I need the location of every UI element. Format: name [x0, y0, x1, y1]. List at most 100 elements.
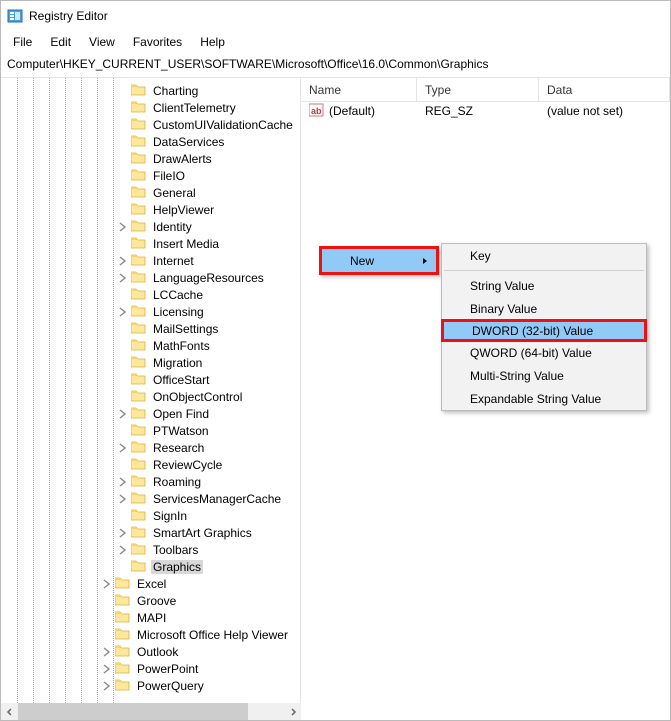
tree-item[interactable]: LanguageResources	[117, 269, 300, 286]
address-bar[interactable]: Computer\HKEY_CURRENT_USER\SOFTWARE\Micr…	[1, 53, 670, 78]
folder-icon	[115, 626, 131, 643]
context-menu-item[interactable]: Key	[442, 244, 646, 267]
tree-item[interactable]: Outlook	[101, 643, 300, 660]
tree-item[interactable]: Charting	[117, 82, 300, 99]
tree-item[interactable]: Microsoft Office Help Viewer	[101, 626, 300, 643]
folder-icon	[131, 286, 147, 303]
tree-item[interactable]: MAPI	[101, 609, 300, 626]
tree-item[interactable]: CustomUIValidationCache	[117, 116, 300, 133]
tree-item[interactable]: ServicesManagerCache	[117, 490, 300, 507]
tree-item-label: MathFonts	[151, 339, 212, 353]
tree-item[interactable]: OfficeStart	[117, 371, 300, 388]
folder-icon	[131, 507, 147, 524]
context-menu-item[interactable]: Multi-String Value	[442, 364, 646, 387]
context-menu-item[interactable]: String Value	[442, 274, 646, 297]
expander-icon[interactable]	[117, 493, 129, 505]
string-value-icon	[309, 103, 325, 120]
tree-item[interactable]: Migration	[117, 354, 300, 371]
tree-item[interactable]: Insert Media	[117, 235, 300, 252]
expander-icon[interactable]	[117, 221, 129, 233]
tree-item[interactable]: FileIO	[117, 167, 300, 184]
folder-icon	[131, 337, 147, 354]
menu-file[interactable]: File	[5, 33, 40, 51]
expander-placeholder	[117, 357, 129, 369]
expander-icon[interactable]	[117, 544, 129, 556]
expander-icon[interactable]	[117, 408, 129, 420]
tree-item[interactable]: Identity	[117, 218, 300, 235]
expander-icon[interactable]	[101, 646, 113, 658]
context-menu-item-label: String Value	[470, 279, 534, 293]
tree-item-label: MailSettings	[151, 322, 220, 336]
expander-icon[interactable]	[117, 527, 129, 539]
tree-item-label: CustomUIValidationCache	[151, 118, 295, 132]
col-header-data[interactable]: Data	[539, 78, 670, 101]
tree-item-label: Toolbars	[151, 543, 200, 557]
menu-edit[interactable]: Edit	[42, 33, 79, 51]
tree-item[interactable]: MailSettings	[117, 320, 300, 337]
list-row[interactable]: (Default)REG_SZ(value not set)	[301, 102, 670, 120]
col-header-type[interactable]: Type	[417, 78, 539, 101]
context-submenu-new[interactable]: Key String Value Binary ValueDWORD (32-bit…	[441, 243, 647, 411]
tree-pane[interactable]: ChartingClientTelemetry CustomUIValidatio…	[1, 78, 301, 705]
tree-item[interactable]: DrawAlerts	[117, 150, 300, 167]
menu-help[interactable]: Help	[192, 33, 233, 51]
expander-placeholder	[117, 102, 129, 114]
expander-icon[interactable]	[101, 578, 113, 590]
folder-icon	[131, 252, 147, 269]
tree-item[interactable]: SmartArt Graphics	[117, 524, 300, 541]
context-menu-item-new[interactable]: New	[322, 249, 436, 272]
tree-item[interactable]: ClientTelemetry	[117, 99, 300, 116]
tree-item[interactable]: SignIn	[117, 507, 300, 524]
tree-item[interactable]: PowerPoint	[101, 660, 300, 677]
expander-icon[interactable]	[117, 255, 129, 267]
regedit-icon	[7, 8, 23, 24]
tree-item[interactable]: Toolbars	[117, 541, 300, 558]
expander-icon[interactable]	[101, 680, 113, 692]
tree-item[interactable]: PTWatson	[117, 422, 300, 439]
expander-icon[interactable]	[117, 272, 129, 284]
scroll-thumb[interactable]	[18, 703, 248, 720]
tree-item[interactable]: General	[117, 184, 300, 201]
expander-icon[interactable]	[117, 476, 129, 488]
folder-icon	[131, 82, 147, 99]
tree-item[interactable]: Open Find	[117, 405, 300, 422]
scroll-left-arrow-icon[interactable]	[1, 703, 18, 720]
context-menu-item[interactable]: DWORD (32-bit) Value	[441, 319, 647, 342]
folder-icon	[131, 201, 147, 218]
expander-placeholder	[117, 425, 129, 437]
tree-item[interactable]: Research	[117, 439, 300, 456]
expander-icon[interactable]	[117, 306, 129, 318]
tree-item[interactable]: OnObjectControl	[117, 388, 300, 405]
context-menu-item[interactable]: Expandable String Value	[442, 387, 646, 410]
folder-icon	[131, 524, 147, 541]
menu-view[interactable]: View	[81, 33, 123, 51]
tree-item[interactable]: DataServices	[117, 133, 300, 150]
tree-item-label: Roaming	[151, 475, 203, 489]
expander-icon[interactable]	[101, 663, 113, 675]
value-type: REG_SZ	[425, 104, 473, 118]
tree-item[interactable]: Licensing	[117, 303, 300, 320]
tree-item[interactable]: Internet	[117, 252, 300, 269]
col-header-name[interactable]: Name	[301, 78, 417, 101]
context-menu-item[interactable]: QWORD (64-bit) Value	[442, 341, 646, 364]
tree-item-label: HelpViewer	[151, 203, 216, 217]
scroll-right-arrow-icon[interactable]	[284, 703, 301, 720]
tree-item[interactable]: Excel	[101, 575, 300, 592]
tree-item[interactable]: Roaming	[117, 473, 300, 490]
tree-hscrollbar[interactable]	[1, 703, 301, 720]
tree-item[interactable]: HelpViewer	[117, 201, 300, 218]
tree-item[interactable]: PowerQuery	[101, 677, 300, 694]
address-path: Computer\HKEY_CURRENT_USER\SOFTWARE\Micr…	[7, 57, 488, 71]
menu-favorites[interactable]: Favorites	[125, 33, 190, 51]
tree-item[interactable]: Groove	[101, 592, 300, 609]
context-menu-new[interactable]: New	[319, 246, 439, 275]
tree-item[interactable]: LCCache	[117, 286, 300, 303]
context-menu-item[interactable]: Binary Value	[442, 297, 646, 320]
tree-item[interactable]: MathFonts	[117, 337, 300, 354]
folder-icon	[131, 473, 147, 490]
titlebar: Registry Editor	[1, 1, 670, 31]
expander-icon[interactable]	[117, 442, 129, 454]
folder-icon	[131, 405, 147, 422]
tree-item[interactable]: Graphics	[117, 558, 300, 575]
tree-item[interactable]: ReviewCycle	[117, 456, 300, 473]
